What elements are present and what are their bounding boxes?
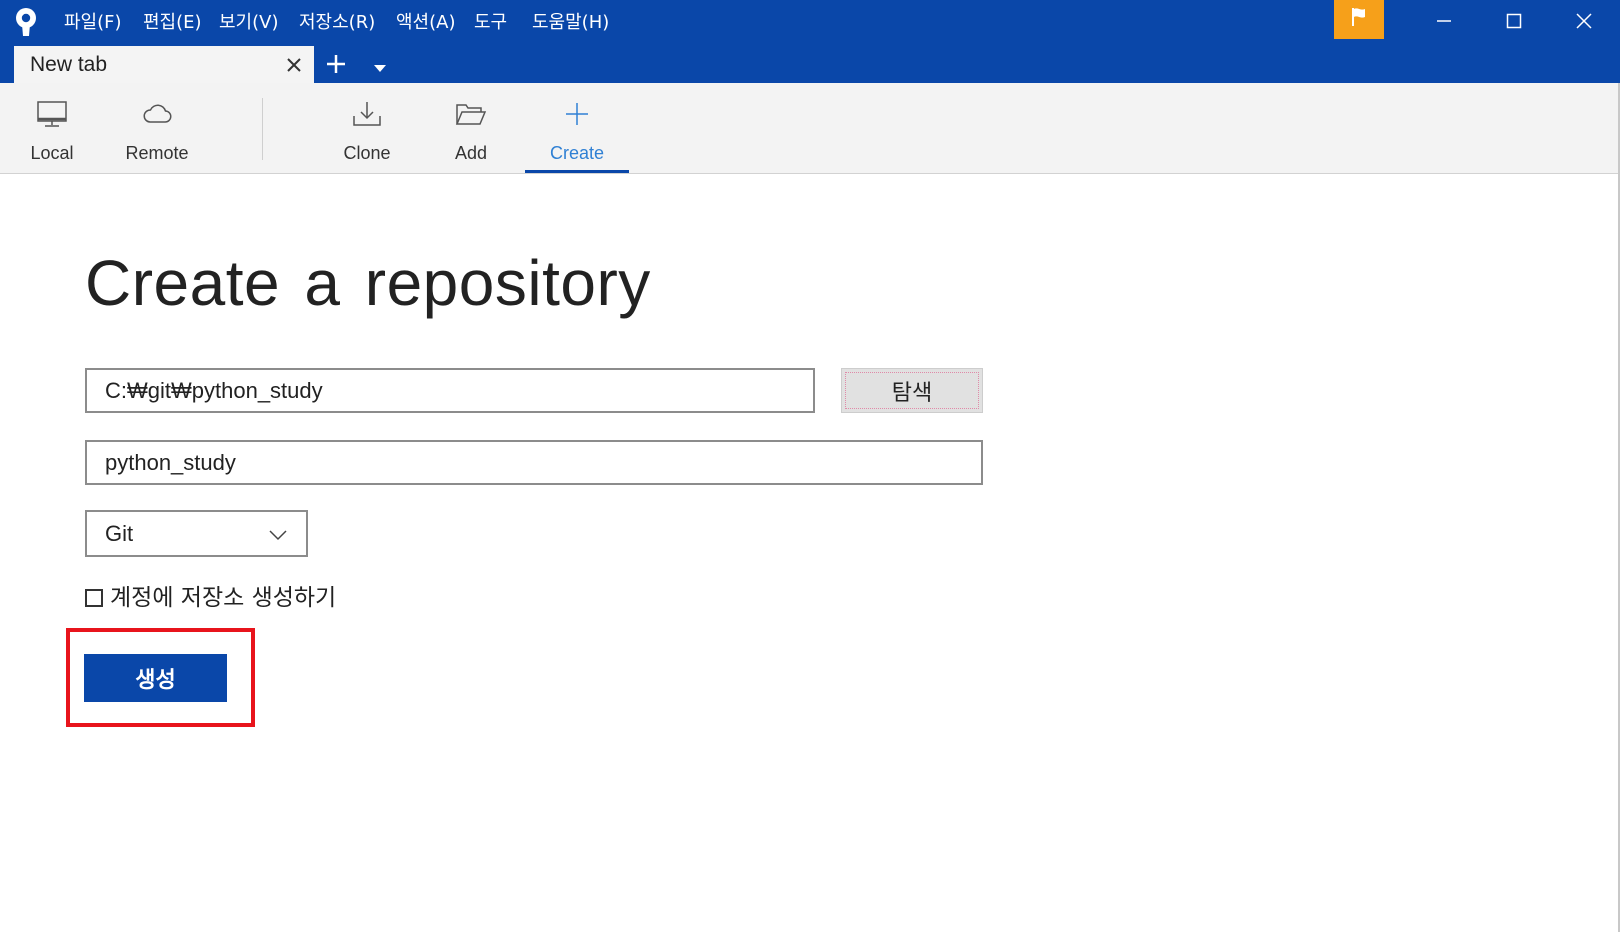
repository-toolbar: Local Remote Clone Add Create <box>0 83 1618 174</box>
active-tab-indicator <box>525 170 629 173</box>
folder-open-icon <box>455 100 487 128</box>
maximize-button[interactable] <box>1479 0 1549 46</box>
page-title: Create a repository <box>85 247 651 319</box>
monitor-icon <box>36 100 68 128</box>
chevron-down-icon <box>268 527 288 541</box>
toolbar-separator <box>262 98 263 160</box>
create-repository-panel: Create a repository 탐색 Git 계정에 저장소 생성하기 … <box>0 174 1618 932</box>
toolbar-add[interactable]: Add <box>419 83 523 173</box>
toolbar-clone[interactable]: Clone <box>315 83 419 173</box>
minimize-button[interactable] <box>1409 0 1479 46</box>
menu-help[interactable]: 도움말(H) <box>532 11 609 35</box>
notification-flag-button[interactable] <box>1334 0 1384 39</box>
menu-tools[interactable]: 도구 <box>474 11 507 35</box>
toolbar-add-label: Add <box>454 143 488 163</box>
toolbar-remote-label: Remote <box>125 143 189 163</box>
create-remote-label[interactable]: 계정에 저장소 생성하기 <box>110 585 336 611</box>
cloud-icon <box>141 100 173 128</box>
create-remote-checkbox[interactable] <box>85 589 103 607</box>
menu-edit[interactable]: 편집(E) <box>143 11 202 35</box>
plus-icon <box>561 100 593 128</box>
download-icon <box>351 100 383 128</box>
vcs-type-value: Git <box>105 521 134 546</box>
plus-icon[interactable] <box>326 54 346 74</box>
toolbar-clone-label: Clone <box>343 143 391 163</box>
toolbar-local-label: Local <box>30 143 74 163</box>
tab-new-tab[interactable]: New tab <box>14 46 314 83</box>
toolbar-create[interactable]: Create <box>525 83 629 173</box>
menu-file[interactable]: 파일(F) <box>64 11 122 35</box>
browse-button-label: 탐색 <box>891 380 933 406</box>
menu-actions[interactable]: 액션(A) <box>396 11 455 35</box>
create-button[interactable]: 생성 <box>84 654 227 702</box>
title-bar: 파일(F) 편집(E) 보기(V) 저장소(R) 액션(A) 도구 도움말(H) <box>0 0 1620 83</box>
flag-icon <box>1349 6 1369 33</box>
destination-path-input[interactable] <box>85 368 815 413</box>
create-button-label: 생성 <box>135 668 176 693</box>
toolbar-create-label: Create <box>549 143 605 163</box>
toolbar-remote[interactable]: Remote <box>105 83 209 173</box>
repository-name-input[interactable] <box>85 440 983 485</box>
caret-down-icon[interactable] <box>374 60 386 72</box>
browse-button[interactable]: 탐색 <box>841 368 983 413</box>
maximize-icon <box>1506 13 1522 34</box>
menu-view[interactable]: 보기(V) <box>219 11 278 35</box>
close-icon <box>1576 12 1592 34</box>
close-icon[interactable] <box>286 57 302 73</box>
toolbar-local[interactable]: Local <box>0 83 104 173</box>
sourcetree-window: 파일(F) 편집(E) 보기(V) 저장소(R) 액션(A) 도구 도움말(H) <box>0 0 1620 932</box>
close-window-button[interactable] <box>1549 0 1619 46</box>
sourcetree-logo-icon[interactable] <box>14 7 38 37</box>
menu-repository[interactable]: 저장소(R) <box>299 11 375 35</box>
minimize-icon <box>1436 13 1452 34</box>
tab-label: New tab <box>30 53 108 76</box>
vcs-type-dropdown[interactable]: Git <box>85 510 308 557</box>
